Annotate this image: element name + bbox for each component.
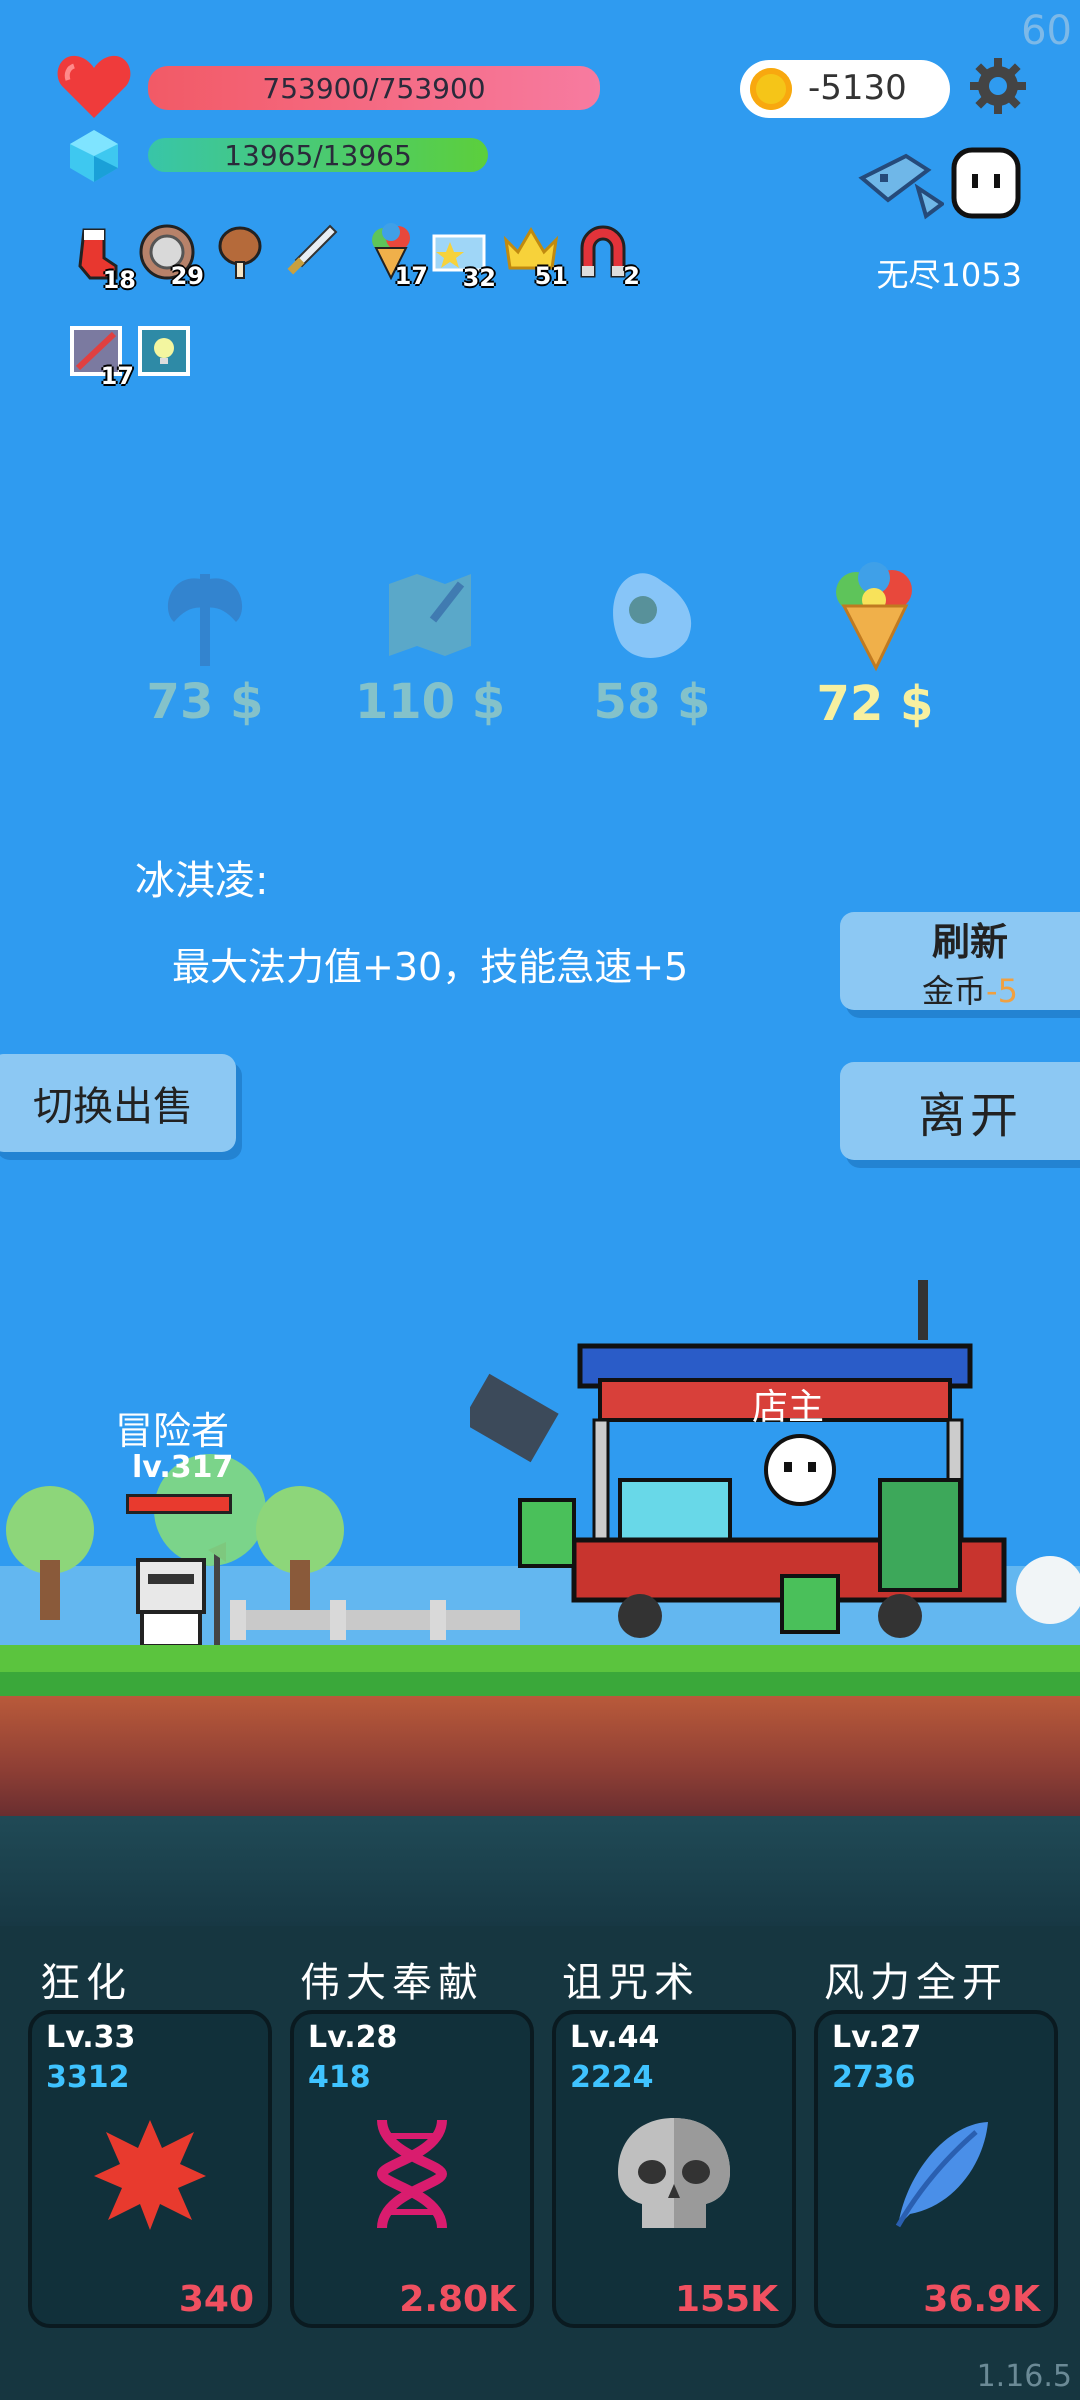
adventurer-name: 冒险者 bbox=[115, 1409, 230, 1453]
item-name: 冰淇凌: bbox=[135, 858, 269, 904]
skill-cost: 155K bbox=[674, 2279, 778, 2320]
shop-price: 110 $ bbox=[354, 674, 506, 730]
skill-value: 2224 bbox=[570, 2060, 654, 2095]
item-count: 17 bbox=[394, 262, 428, 290]
adventurer-health-fill bbox=[129, 1497, 229, 1511]
item-count: 18 bbox=[102, 266, 136, 294]
refresh-label: 刷新 bbox=[931, 919, 1008, 964]
shop-price: 58 $ bbox=[593, 674, 711, 730]
inventory-item[interactable] bbox=[282, 222, 340, 284]
skull-icon bbox=[618, 2118, 730, 2228]
sword-icon bbox=[287, 224, 338, 275]
refresh-cost: 金币-5 bbox=[922, 966, 1018, 1012]
inventory-item[interactable]: 32 bbox=[430, 224, 496, 292]
item-count: 2 bbox=[623, 262, 640, 290]
item-count: 51 bbox=[534, 262, 568, 290]
inventory-item[interactable]: 17 bbox=[362, 222, 428, 290]
ice-cream-icon bbox=[836, 562, 912, 672]
skill-card[interactable]: Lv.28 418 2.80K bbox=[290, 2010, 534, 2328]
coin-icon bbox=[750, 68, 792, 110]
skill-card[interactable]: Lv.27 2736 36.9K bbox=[814, 2010, 1058, 2328]
lamp-icon bbox=[138, 326, 190, 376]
mana-crystal-icon bbox=[70, 130, 118, 182]
inventory-item[interactable]: 51 bbox=[502, 222, 568, 290]
dna-icon bbox=[376, 2119, 448, 2229]
refresh-button[interactable]: 刷新 金币-5 bbox=[840, 912, 1080, 1010]
adventurer-level: lv.317 bbox=[132, 1450, 234, 1485]
skill-name: 伟大奉献 bbox=[300, 1960, 484, 2006]
skill-name: 风力全开 bbox=[824, 1960, 1008, 2006]
inventory-item[interactable]: 29 bbox=[138, 222, 204, 290]
settings-gear-icon[interactable] bbox=[968, 56, 1028, 116]
skill-value: 418 bbox=[308, 2060, 371, 2095]
item-description: 最大法力值+30，技能急速+5 bbox=[172, 945, 689, 989]
skill-level: Lv.28 bbox=[308, 2020, 398, 2055]
egg-icon bbox=[613, 573, 692, 658]
feather-icon bbox=[895, 2122, 988, 2228]
fps-counter: 60 bbox=[1021, 8, 1072, 54]
refresh-cost-value: -5 bbox=[986, 971, 1018, 1010]
leave-button[interactable]: 离开 bbox=[840, 1062, 1080, 1160]
shop-item-selected[interactable]: 72 $ bbox=[775, 556, 975, 732]
skill-level: Lv.27 bbox=[832, 2020, 922, 2055]
skill-card[interactable]: Lv.33 3312 340 bbox=[28, 2010, 272, 2328]
map-icon bbox=[389, 574, 471, 656]
shopkeeper-label: 店主 bbox=[752, 1387, 825, 1428]
shop-price: 73 $ bbox=[146, 674, 264, 730]
adventurer-character bbox=[136, 1542, 226, 1648]
skill-name: 诅咒术 bbox=[562, 1960, 700, 2006]
drumstick-icon bbox=[218, 226, 262, 279]
version-label: 1.16.5 bbox=[976, 2359, 1072, 2394]
skill-level: Lv.44 bbox=[570, 2020, 660, 2055]
skill-cost: 2.80K bbox=[399, 2279, 516, 2320]
coin-amount: -5130 bbox=[808, 68, 907, 108]
hp-text: 753900/753900 bbox=[262, 71, 486, 105]
shop-price: 72 $ bbox=[816, 676, 934, 732]
shop-item[interactable]: 58 $ bbox=[552, 560, 752, 730]
endless-mode-label: 无尽1053 bbox=[876, 256, 1022, 294]
dirt-layer bbox=[0, 1696, 1080, 1816]
splat-icon bbox=[94, 2120, 206, 2230]
grass-edge bbox=[0, 1672, 1080, 1696]
adventurer-health-bar bbox=[126, 1494, 232, 1514]
inventory-item[interactable] bbox=[136, 322, 194, 384]
inventory-item[interactable]: 17 bbox=[68, 322, 134, 390]
mp-text: 13965/13965 bbox=[224, 138, 412, 172]
ghost-pet-icon[interactable] bbox=[950, 146, 1022, 222]
skill-card[interactable]: Lv.44 2224 155K bbox=[552, 2010, 796, 2328]
pixel-fish-icon[interactable] bbox=[858, 148, 944, 220]
mp-bar: 13965/13965 bbox=[148, 138, 488, 172]
skill-value: 3312 bbox=[46, 2060, 130, 2095]
water-layer bbox=[0, 1816, 1080, 1926]
heart-icon bbox=[57, 55, 131, 118]
switch-sell-button[interactable]: 切换出售 bbox=[0, 1054, 236, 1152]
inventory-item[interactable]: 18 bbox=[70, 226, 136, 294]
hp-bar: 753900/753900 bbox=[148, 66, 600, 110]
skill-name: 狂化 bbox=[40, 1960, 132, 2006]
axe-icon bbox=[167, 574, 243, 666]
refresh-cost-label: 金币 bbox=[922, 971, 987, 1010]
shop-cart bbox=[470, 1280, 1007, 1638]
skill-value: 2736 bbox=[832, 2060, 916, 2095]
skill-cost: 340 bbox=[178, 2279, 254, 2320]
coin-counter: -5130 bbox=[740, 60, 950, 118]
item-count: 32 bbox=[462, 264, 496, 292]
inventory-item[interactable] bbox=[210, 224, 268, 286]
item-count: 29 bbox=[170, 262, 204, 290]
shop-item[interactable]: 110 $ bbox=[330, 560, 530, 730]
skill-level: Lv.33 bbox=[46, 2020, 136, 2055]
shop-item[interactable]: 73 $ bbox=[105, 560, 305, 730]
skill-cost: 36.9K bbox=[923, 2279, 1040, 2320]
item-count: 17 bbox=[100, 362, 134, 390]
inventory-item[interactable]: 2 bbox=[574, 222, 640, 290]
